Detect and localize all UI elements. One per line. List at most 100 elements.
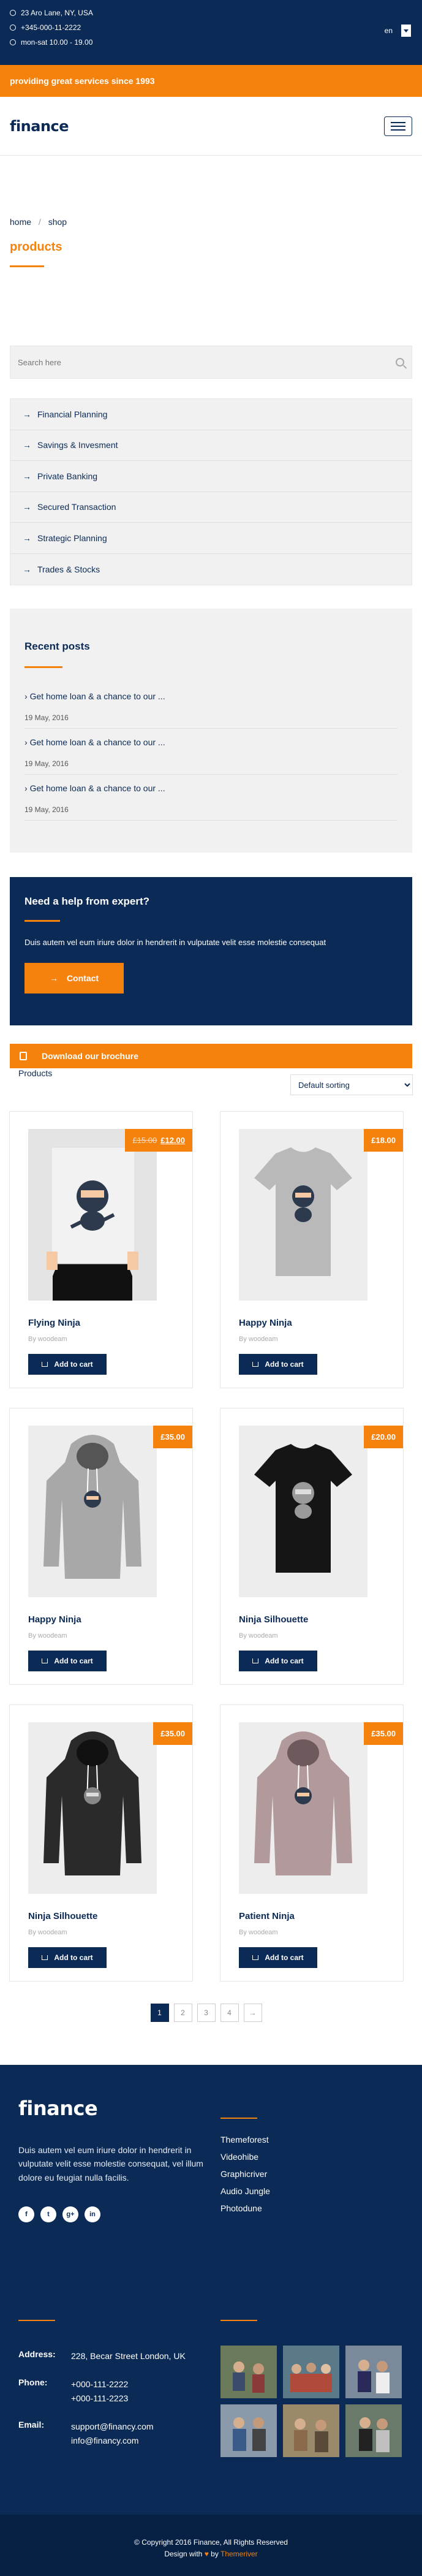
price-badge: £35.00 xyxy=(153,1426,192,1448)
cart-icon xyxy=(252,1955,259,1960)
footer-contact: Address: 228, Becar Street London, UK Ph… xyxy=(18,2320,186,2462)
post-date: 19 May, 2016 xyxy=(24,713,69,722)
add-to-cart-button[interactable]: Add to cart xyxy=(239,1651,317,1671)
facebook-icon[interactable]: f xyxy=(18,2206,34,2223)
cart-icon xyxy=(42,1362,48,1367)
old-price: £15.00 xyxy=(132,1136,157,1145)
current-price: £20.00 xyxy=(371,1432,396,1442)
menu-icon xyxy=(391,121,405,123)
product-name[interactable]: Ninja Silhouette xyxy=(239,1614,385,1625)
product-author: By woodeam xyxy=(28,1632,67,1639)
title-underline xyxy=(24,920,60,922)
footer-logo[interactable]: finance xyxy=(18,2097,404,2120)
location-icon xyxy=(10,10,16,16)
product-image[interactable] xyxy=(239,1129,367,1301)
gallery-photo[interactable] xyxy=(283,2346,339,2398)
search-input[interactable] xyxy=(18,357,396,367)
category-item[interactable]: → Strategic Planning xyxy=(10,523,412,554)
category-list: → Financial Planning → Savings & Invesment… xyxy=(10,398,412,585)
product-image[interactable] xyxy=(28,1129,157,1301)
arrow-right-icon: → xyxy=(23,502,31,512)
contact-button[interactable]: → Contact xyxy=(24,963,124,994)
post-link[interactable]: › Get home loan & a chance to our ... xyxy=(24,783,398,793)
recent-posts-title: Recent posts xyxy=(24,640,90,652)
twitter-icon[interactable]: t xyxy=(40,2206,56,2223)
product-image[interactable] xyxy=(28,1722,157,1894)
product-image[interactable] xyxy=(28,1426,157,1597)
add-to-cart-button[interactable]: Add to cart xyxy=(28,1354,107,1375)
gallery-photo[interactable] xyxy=(220,2346,277,2398)
gallery-photo[interactable] xyxy=(283,2404,339,2457)
gallery-photo[interactable] xyxy=(345,2404,402,2457)
product-image[interactable] xyxy=(239,1722,367,1894)
search-icon[interactable] xyxy=(396,358,404,367)
post-link[interactable]: › Get home loan & a chance to our ... xyxy=(24,737,398,747)
product-name[interactable]: Ninja Silhouette xyxy=(28,1911,174,1921)
download-brochure-button[interactable]: Download our brochure xyxy=(10,1044,412,1068)
hours-text: mon-sat 10.00 - 19.00 xyxy=(21,38,93,47)
language-label: en xyxy=(384,26,393,35)
footer-link[interactable]: Videohibe xyxy=(220,2152,270,2162)
product-author: By woodeam xyxy=(28,1929,67,1936)
linkedin-icon[interactable]: in xyxy=(85,2206,100,2223)
category-item[interactable]: → Savings & Invesment xyxy=(10,430,412,461)
post-date: 19 May, 2016 xyxy=(24,805,69,814)
post-link[interactable]: › Get home loan & a chance to our ... xyxy=(24,691,398,701)
breadcrumb-home-link[interactable]: home xyxy=(10,217,31,227)
address-text: 23 Aro Lane, NY, USA xyxy=(21,9,93,17)
themeriver-link[interactable]: Themeriver xyxy=(220,2550,258,2558)
product-image[interactable] xyxy=(239,1426,367,1597)
product-name[interactable]: Happy Ninja xyxy=(28,1614,174,1625)
breadcrumb: home / shop xyxy=(0,156,422,227)
breadcrumb-separator: / xyxy=(38,217,41,227)
category-item[interactable]: → Financial Planning xyxy=(10,399,412,430)
price-badge: £18.00 xyxy=(364,1129,403,1152)
language-selector[interactable]: en xyxy=(385,25,411,37)
footer-link[interactable]: Photodune xyxy=(220,2203,270,2213)
hoodie-image xyxy=(28,1722,157,1894)
page-2-button[interactable]: 2 xyxy=(173,2004,192,2022)
chevron-down-icon[interactable] xyxy=(401,25,411,37)
current-price: £35.00 xyxy=(160,1729,185,1738)
help-title: Need a help from expert? xyxy=(24,895,150,907)
add-to-cart-button[interactable]: Add to cart xyxy=(239,1947,317,1968)
sort-select[interactable]: Default sorting xyxy=(290,1074,413,1095)
address-row: 23 Aro Lane, NY, USA xyxy=(10,9,412,17)
product-author: By woodeam xyxy=(239,1335,278,1343)
add-to-cart-button[interactable]: Add to cart xyxy=(28,1651,107,1671)
price-badge: £35.00 xyxy=(364,1722,403,1745)
page-4-button[interactable]: 4 xyxy=(220,2004,239,2022)
footer-link[interactable]: Themeforest xyxy=(220,2135,270,2145)
next-page-button[interactable]: → xyxy=(243,2004,262,2022)
site-footer: finance Duis autem vel eum iriure dolor … xyxy=(0,2065,422,2515)
product-name[interactable]: Happy Ninja xyxy=(239,1318,385,1328)
page-1-button[interactable]: 1 xyxy=(150,2004,169,2022)
product-name[interactable]: Patient Ninja xyxy=(239,1911,385,1921)
hours-row: mon-sat 10.00 - 19.00 xyxy=(10,38,412,47)
title-underline xyxy=(220,2320,257,2321)
category-item[interactable]: → Secured Transaction xyxy=(10,492,412,523)
clock-icon xyxy=(10,39,16,45)
tagline-bar: providing great services since 1993 xyxy=(0,65,422,97)
email-link[interactable]: info@financy.com xyxy=(71,2436,138,2445)
hoodie-image xyxy=(239,1722,367,1894)
post-item: › Get home loan & a chance to our ... 19… xyxy=(24,737,398,775)
contact-phone: Phone: +000-111-2222 +000-111-2223 xyxy=(18,2377,129,2403)
product-name[interactable]: Flying Ninja xyxy=(28,1318,174,1328)
footer-link[interactable]: Graphicriver xyxy=(220,2169,270,2179)
menu-toggle-button[interactable] xyxy=(384,116,412,136)
category-item[interactable]: → Private Banking xyxy=(10,461,412,492)
site-logo[interactable]: finance xyxy=(10,118,69,135)
add-to-cart-button[interactable]: Add to cart xyxy=(239,1354,317,1375)
footer-link[interactable]: Audio Jungle xyxy=(220,2186,270,2196)
google-plus-icon[interactable]: g+ xyxy=(62,2206,78,2223)
page-3-button[interactable]: 3 xyxy=(197,2004,216,2022)
title-underline xyxy=(10,265,44,267)
category-item[interactable]: → Trades & Stocks xyxy=(10,554,412,585)
add-to-cart-button[interactable]: Add to cart xyxy=(28,1947,107,1968)
product-card: £35.00 Patient Ninja By woodeam Add to c… xyxy=(220,1704,404,1981)
gallery-photo[interactable] xyxy=(345,2346,402,2398)
post-item: › Get home loan & a chance to our ... 19… xyxy=(24,783,398,821)
email-link[interactable]: support@financy.com xyxy=(71,2422,154,2431)
gallery-photo[interactable] xyxy=(220,2404,277,2457)
